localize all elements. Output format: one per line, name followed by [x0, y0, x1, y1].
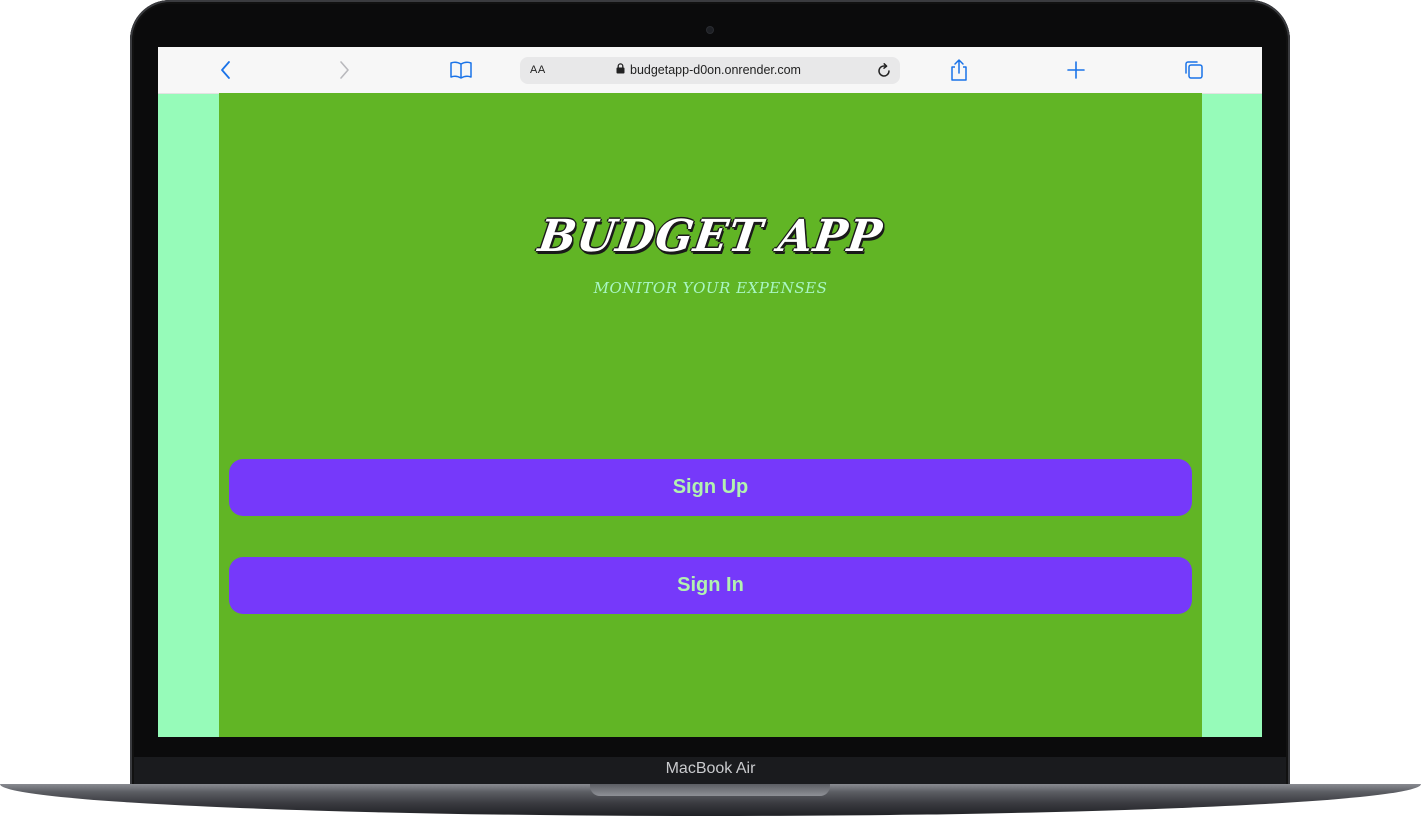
- browser-window: AA budgetapp-d0on.onrender.com BUDGET AP…: [158, 47, 1262, 737]
- back-icon[interactable]: [214, 58, 238, 82]
- laptop-hinge-notch: [590, 784, 830, 796]
- landing-page: BUDGET APP MONITOR YOUR EXPENSES Sign Up…: [219, 93, 1202, 737]
- text-size-button[interactable]: AA: [530, 64, 546, 76]
- safari-toolbar: AA budgetapp-d0on.onrender.com: [158, 47, 1262, 94]
- tabs-overview-icon[interactable]: [1182, 58, 1206, 82]
- page-subtitle: MONITOR YOUR EXPENSES: [593, 279, 828, 297]
- sign-up-button[interactable]: Sign Up: [229, 459, 1192, 516]
- lock-icon: [616, 63, 625, 77]
- sign-in-button[interactable]: Sign In: [229, 557, 1192, 614]
- screenshot-stage: AA budgetapp-d0on.onrender.com BUDGET AP…: [0, 0, 1421, 816]
- url-text: budgetapp-d0on.onrender.com: [630, 63, 801, 77]
- bookmarks-icon[interactable]: [449, 58, 473, 82]
- share-icon[interactable]: [947, 58, 971, 82]
- page-title: BUDGET APP: [535, 211, 886, 262]
- camera-icon: [707, 27, 713, 33]
- url-display: budgetapp-d0on.onrender.com: [616, 63, 801, 77]
- new-tab-icon[interactable]: [1064, 58, 1088, 82]
- device-model-label: MacBook Air: [665, 760, 756, 777]
- reload-icon[interactable]: [874, 61, 894, 81]
- forward-icon[interactable]: [332, 58, 356, 82]
- address-bar[interactable]: AA budgetapp-d0on.onrender.com: [520, 57, 900, 84]
